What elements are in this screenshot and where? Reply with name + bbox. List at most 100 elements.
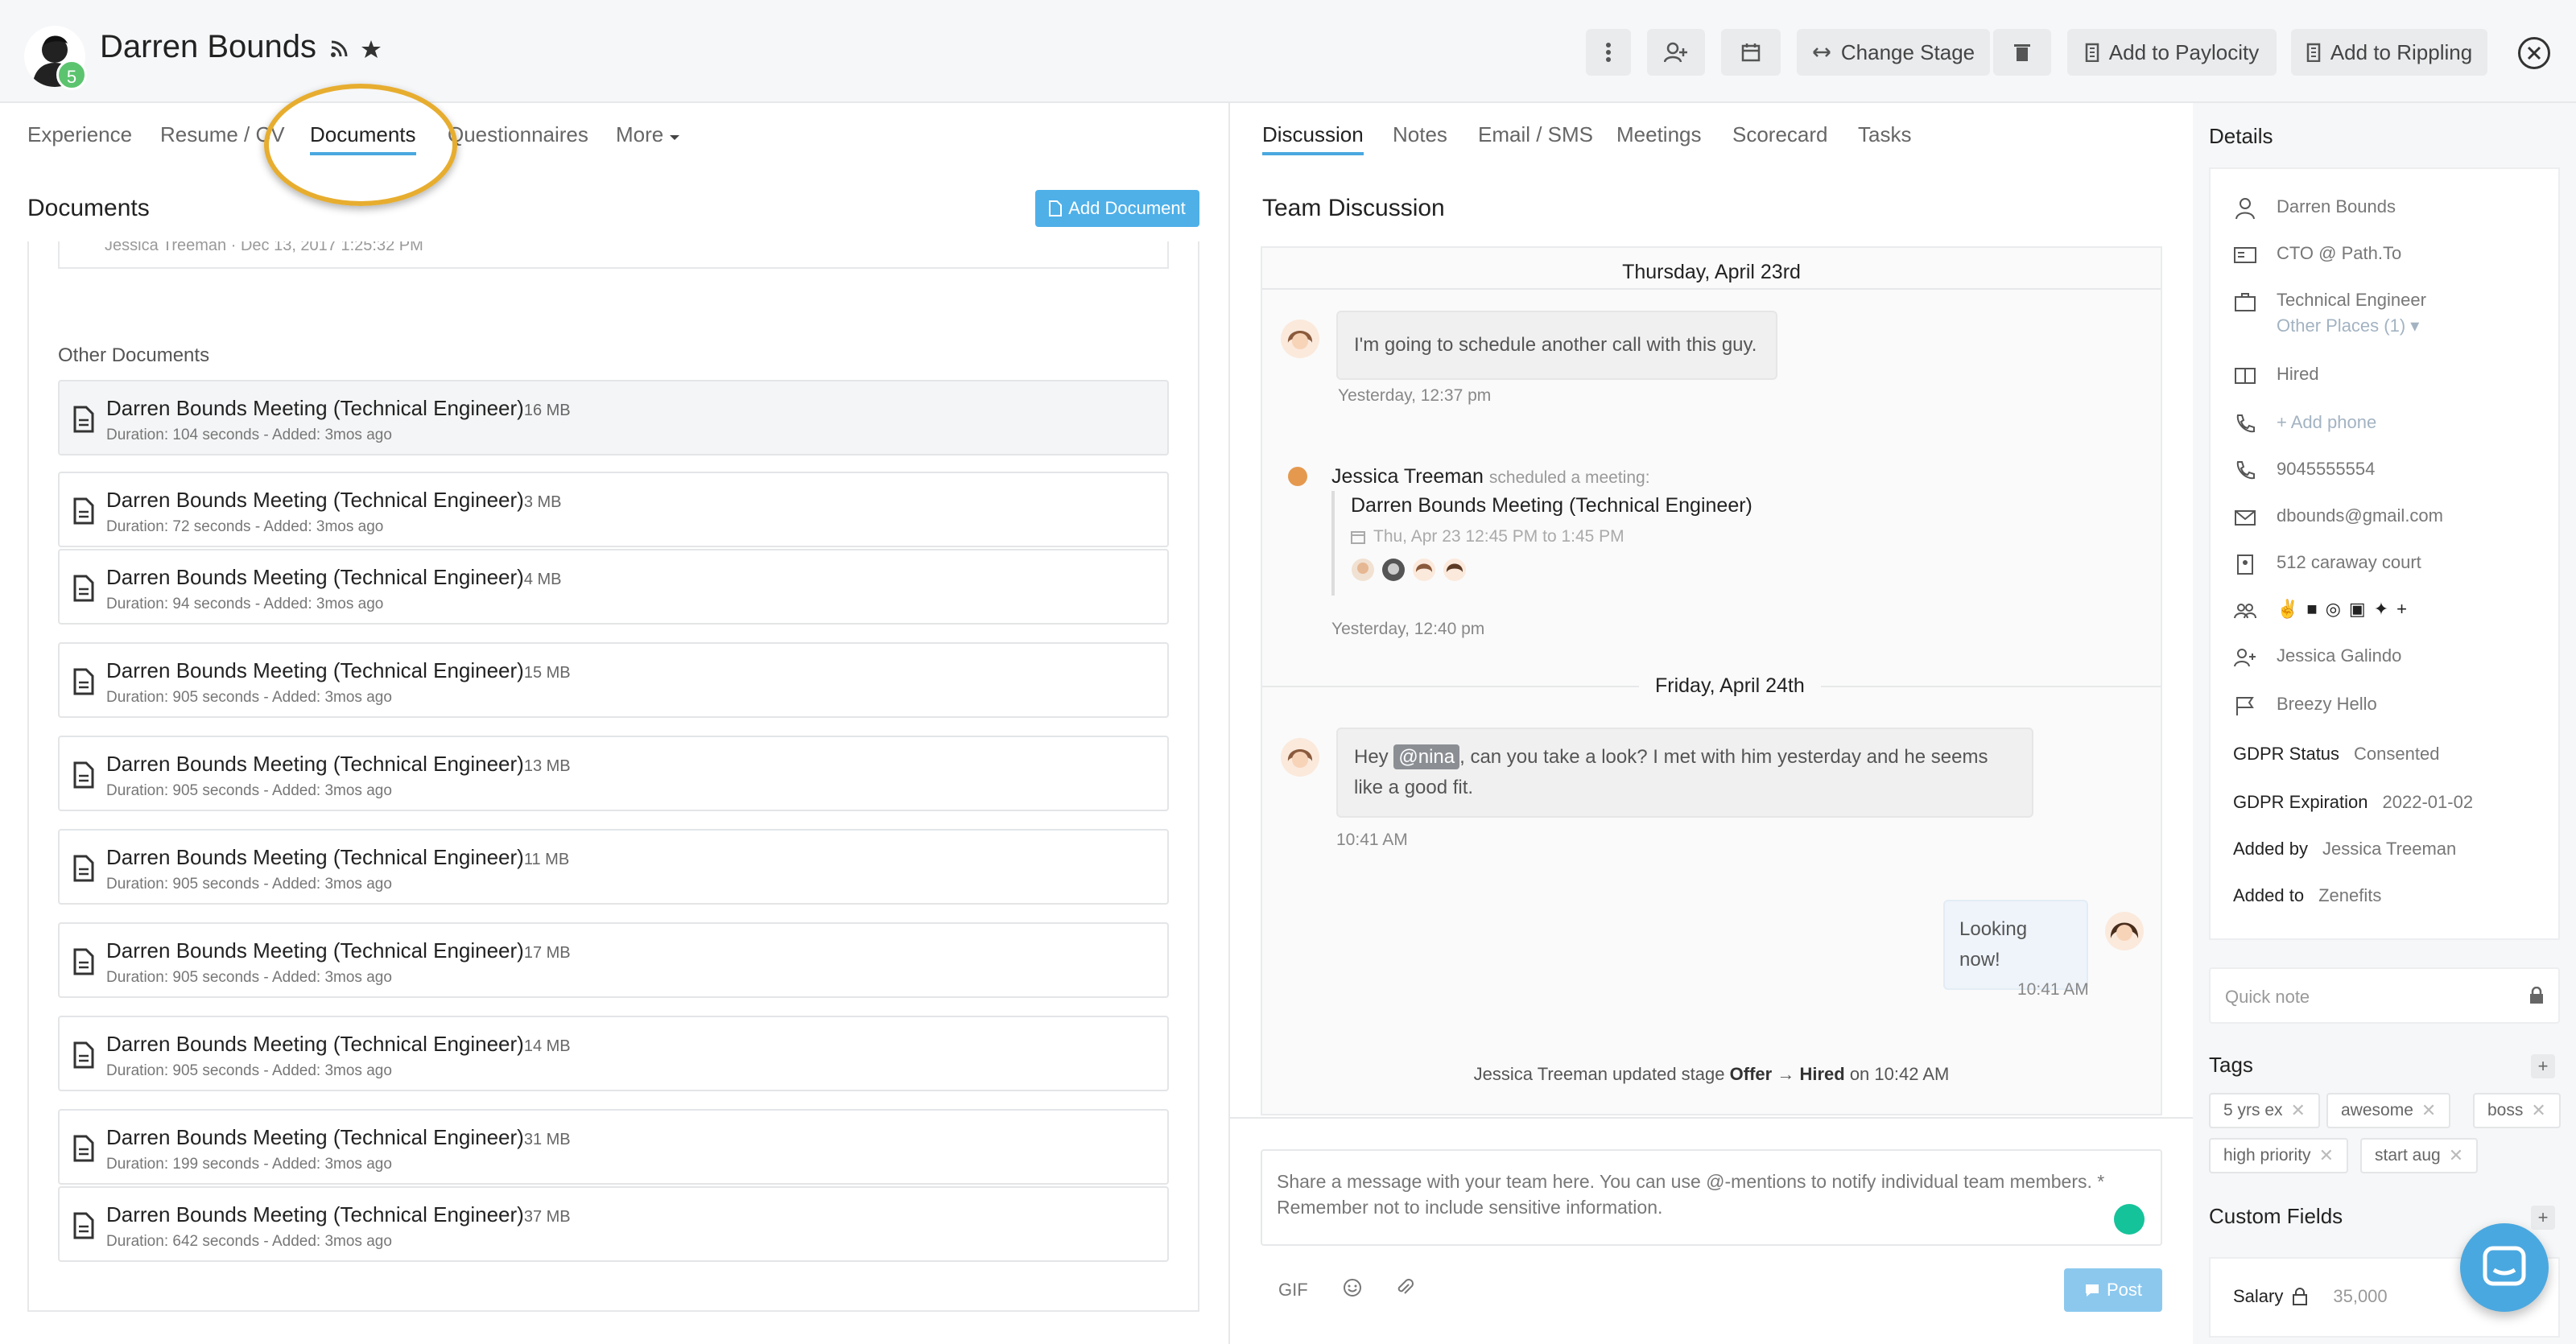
id-card-icon [2234,247,2256,263]
close-button[interactable] [2518,37,2550,69]
stage-from: Offer [1729,1064,1773,1084]
document-row[interactable]: Darren Bounds Meeting (Technical Enginee… [58,736,1169,811]
composer-placeholder: Share a message with your team here. You… [1277,1171,2105,1218]
discussion-feed[interactable]: Thursday, April 23rd I'm going to schedu… [1261,246,2162,1115]
meeting-action: scheduled a meeting: [1488,468,1650,487]
own-message-bubble: Looking now! [1943,900,2088,990]
remove-tag-icon[interactable]: ✕ [2531,1100,2545,1121]
salary-value[interactable]: 35,000 [2333,1286,2387,1307]
mention-tag[interactable]: @nina [1393,744,1460,769]
detail-gdpr-expiration: GDPR Expiration 2022-01-02 [2233,792,2473,824]
add-to-paylocity-button[interactable]: Add to Paylocity [2067,29,2277,76]
message-composer[interactable]: Share a message with your team here. You… [1261,1149,2162,1246]
document-row[interactable]: Darren Bounds Meeting (Technical Enginee… [58,829,1169,905]
add-document-label: Add Document [1068,198,1186,218]
candidate-name: Darren Bounds [100,29,317,64]
post-button[interactable]: Post [2064,1268,2162,1312]
add-social-icon[interactable]: + [2396,599,2407,620]
document-row[interactable]: Darren Bounds Meeting (Technical Enginee… [58,922,1169,998]
arrows-horizontal-icon [1812,47,1831,57]
detail-phone-value[interactable]: 9045555554 [2277,459,2375,480]
salary-field: Salary 35,000 [2233,1286,2388,1307]
tab-more[interactable]: More [616,122,680,147]
detail-add-phone[interactable]: + Add phone [2233,412,2376,444]
tab-scorecard[interactable]: Scorecard [1732,122,1828,147]
calendar-icon [1741,43,1761,62]
tab-email-sms[interactable]: Email / SMS [1478,122,1593,147]
tag-chip[interactable]: awesome ✕ [2326,1093,2451,1128]
gif-button[interactable]: GIF [1278,1280,1308,1301]
support-chat-button[interactable] [2460,1223,2549,1312]
document-row[interactable]: Darren Bounds Meeting (Technical Enginee… [58,1186,1169,1262]
tab-notes[interactable]: Notes [1393,122,1447,147]
add-to-rippling-button[interactable]: Add to Rippling [2291,29,2487,76]
linkedin-icon[interactable]: ▣ [2349,599,2366,620]
document-name: Darren Bounds Meeting (Technical Enginee… [106,488,524,512]
facebook-icon[interactable]: ■ [2306,599,2317,620]
document-row[interactable]: Darren Bounds Meeting (Technical Enginee… [58,1016,1169,1091]
document-row[interactable]: Darren Bounds Meeting (Technical Enginee… [58,642,1169,718]
chat-icon [2483,1246,2526,1286]
detail-owner-value[interactable]: Jessica Galindo [2277,645,2401,666]
tag-label: high priority [2223,1146,2311,1165]
document-row[interactable]: Darren Bounds Meeting (Technical Enginee… [58,1109,1169,1185]
tab-experience[interactable]: Experience [27,122,132,147]
building-icon [2306,43,2321,62]
message-bubble-mention: Hey @nina, can you take a look? I met wi… [1336,728,2033,818]
stage-when: on 10:42 AM [1849,1064,1950,1084]
tag-chip[interactable]: 5 yrs ex ✕ [2209,1093,2320,1128]
other-places-toggle[interactable]: Other Places (1) ▾ [2277,315,2426,336]
remove-tag-icon[interactable]: ✕ [2319,1145,2334,1166]
tab-tasks[interactable]: Tasks [1858,122,1911,147]
detail-address-value: 512 caraway court [2277,552,2421,572]
quick-note-input[interactable]: Quick note [2209,967,2560,1024]
candidate-avatar[interactable]: 5 [24,26,87,90]
document-row[interactable]: Darren Bounds Meeting (Technical Enginee… [58,380,1169,456]
change-stage-button[interactable]: Change Stage [1797,29,1990,76]
star-icon[interactable] [361,39,382,60]
tab-discussion[interactable]: Discussion [1262,122,1364,155]
paperclip-icon[interactable] [1396,1278,1414,1297]
remove-tag-icon[interactable]: ✕ [2421,1100,2436,1121]
remove-tag-icon[interactable]: ✕ [2449,1145,2463,1166]
document-size: 4 MB [523,571,562,588]
file-icon [73,1041,94,1069]
emoji-icon[interactable] [1343,1278,1362,1297]
social-links: ✌ ■ ◎ ▣ ✦ + [2277,599,2407,620]
meeting-when-row: Thu, Apr 23 12:45 PM to 1:45 PM [1351,527,1752,546]
file-icon [1049,200,1063,216]
tab-questionnaires[interactable]: Questionnaires [448,122,588,147]
rss-icon[interactable] [328,39,349,60]
tag-chip[interactable]: boss ✕ [2473,1093,2561,1128]
add-custom-field-button[interactable]: + [2531,1206,2555,1230]
document-row[interactable]: Darren Bounds Meeting (Technical Enginee… [58,472,1169,547]
add-document-button[interactable]: Add Document [1035,190,1199,227]
delete-button[interactable] [1993,29,2051,76]
arrow-right-icon: → [1777,1064,1795,1084]
message-bubble: I'm going to schedule another call with … [1336,311,1777,380]
address-card-icon [2237,555,2253,575]
meeting-card[interactable]: Darren Bounds Meeting (Technical Enginee… [1331,491,1752,596]
stage-author: Jessica Treeman updated stage [1473,1064,1725,1084]
add-phone-link[interactable]: + Add phone [2277,412,2376,433]
add-tag-button[interactable]: + [2531,1054,2555,1078]
document-name: Darren Bounds Meeting (Technical Enginee… [106,1125,524,1149]
detail-job-value[interactable]: Technical Engineer [2277,290,2426,311]
detail-email-value[interactable]: dbounds@gmail.com [2277,505,2443,526]
grammarly-icon[interactable] [2114,1204,2145,1235]
angellist-icon[interactable]: ✌ [2277,599,2298,620]
detail-added-by: Added by Jessica Treeman [2233,839,2456,871]
tag-chip[interactable]: start aug ✕ [2360,1138,2479,1173]
previous-document-card[interactable]: Jessica Treeman · Dec 13, 2017 1:25:32 P… [58,241,1169,269]
instagram-icon[interactable]: ◎ [2326,599,2341,620]
tag-label: awesome [2341,1101,2413,1119]
tab-meetings[interactable]: Meetings [1616,122,1702,147]
tag-chip[interactable]: high priority ✕ [2209,1138,2348,1173]
more-actions-button[interactable] [1586,29,1631,76]
twitter-icon[interactable]: ✦ [2374,599,2388,620]
schedule-button[interactable] [1721,29,1781,76]
remove-tag-icon[interactable]: ✕ [2291,1100,2306,1121]
assign-user-button[interactable] [1647,29,1705,76]
document-title: Darren Bounds Meeting (Technical Enginee… [106,565,562,590]
document-row[interactable]: Darren Bounds Meeting (Technical Enginee… [58,549,1169,625]
